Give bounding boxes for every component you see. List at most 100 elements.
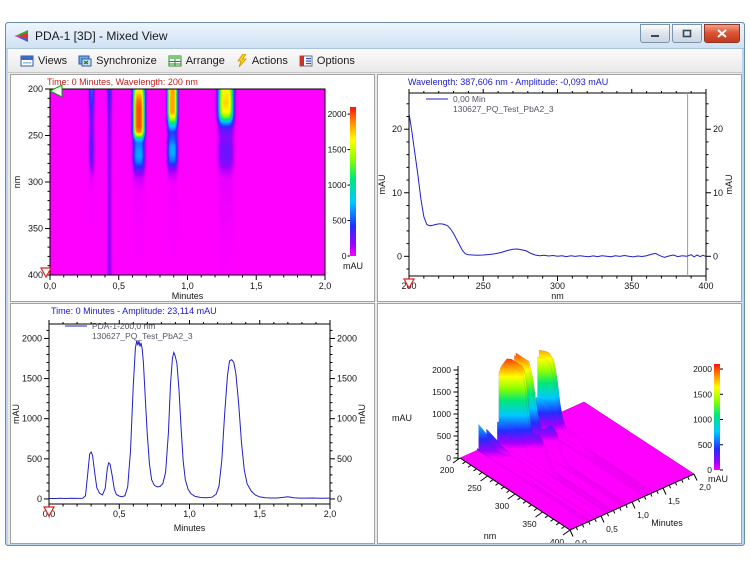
svg-text:1000: 1000 (328, 180, 347, 190)
svg-text:0,5: 0,5 (606, 524, 618, 534)
svg-text:2000: 2000 (693, 364, 712, 374)
svg-text:400: 400 (28, 270, 43, 280)
svg-text:0,5: 0,5 (113, 509, 126, 519)
svg-text:200: 200 (28, 84, 43, 94)
window-title: PDA-1 [3D] - Mixed View (35, 29, 640, 43)
svg-text:1,0: 1,0 (181, 281, 194, 291)
svg-text:2,0: 2,0 (319, 281, 332, 291)
svg-text:200: 200 (440, 465, 454, 475)
svg-text:250: 250 (476, 281, 491, 291)
x-axis: 200250300350400nm (401, 89, 713, 301)
svg-text:1500: 1500 (328, 145, 347, 155)
toolbar: Views Synchronize Arrange Actions (8, 49, 742, 73)
svg-text:1000: 1000 (693, 415, 712, 425)
contour-axes: 200250300350400nm0,00,51,01,52,0Minutes0… (11, 75, 374, 301)
svg-text:nm: nm (484, 531, 497, 541)
svg-text:0: 0 (37, 494, 42, 504)
toolbar-button-label: Options (317, 55, 355, 67)
svg-text:2000: 2000 (432, 365, 451, 375)
restore-icon (682, 29, 692, 38)
axis-markers[interactable] (41, 85, 62, 277)
svg-text:Minutes: Minutes (651, 518, 683, 528)
series-line (49, 341, 330, 499)
toolbar-button-actions[interactable]: Actions (232, 52, 295, 69)
svg-text:1000: 1000 (432, 409, 451, 419)
toolbar-button-label: Views (38, 55, 67, 67)
svg-text:130627_PQ_Test_PbA2_3: 130627_PQ_Test_PbA2_3 (453, 104, 554, 114)
svg-text:500: 500 (27, 454, 42, 464)
views-icon (20, 55, 34, 67)
svg-text:Minutes: Minutes (174, 523, 206, 533)
toolbar-button-label: Actions (252, 55, 288, 67)
svg-text:1,5: 1,5 (668, 496, 680, 506)
svg-text:0: 0 (337, 494, 342, 504)
series-line (409, 113, 706, 257)
svg-text:nm: nm (551, 291, 564, 301)
pda-rainbow-icon (13, 29, 29, 43)
titlebar[interactable]: PDA-1 [3D] - Mixed View (6, 23, 744, 49)
close-button[interactable] (704, 24, 740, 43)
green-left-triangle-icon (50, 85, 62, 97)
svg-text:mAU: mAU (343, 261, 363, 271)
svg-text:500: 500 (337, 454, 352, 464)
chromatogram-plot[interactable]: 00500500100010001500150020002000mAUmAU0,… (11, 304, 374, 543)
svg-text:250: 250 (467, 483, 481, 493)
svg-text:0,5: 0,5 (112, 281, 125, 291)
toolbar-button-arrange[interactable]: Arrange (164, 53, 232, 69)
svg-text:mAU: mAU (357, 404, 367, 424)
actions-icon (236, 54, 248, 67)
toolbar-button-synchronize[interactable]: Synchronize (74, 53, 164, 69)
svg-text:400: 400 (550, 537, 564, 543)
svg-text:mAU: mAU (392, 413, 412, 423)
svg-text:1000: 1000 (337, 414, 357, 424)
surface-3d-panel: 0500100015002000mAU200250300350400nm0,00… (377, 303, 742, 544)
svg-text:1500: 1500 (432, 387, 451, 397)
colorbar: 0500100015002000mAU (693, 364, 728, 484)
svg-text:350: 350 (624, 281, 639, 291)
minimize-icon (650, 29, 660, 38)
restore-button[interactable] (672, 24, 702, 43)
svg-text:10: 10 (392, 188, 402, 198)
y-axis: 00500500100010001500150020002000mAUmAU (11, 330, 367, 504)
svg-text:250: 250 (28, 131, 43, 141)
svg-text:500: 500 (437, 431, 451, 441)
svg-text:1,0: 1,0 (637, 510, 649, 520)
toolbar-button-views[interactable]: Views (16, 53, 74, 69)
svg-text:mAU: mAU (708, 474, 728, 484)
svg-text:0: 0 (446, 453, 451, 463)
minimize-button[interactable] (640, 24, 670, 43)
surface-3d-plot[interactable]: 0500100015002000mAU200250300350400nm0,00… (378, 304, 741, 543)
chromatogram-plot-panel: Time: 0 Minutes - Amplitude: 23,114 mAU … (10, 303, 375, 544)
toolbar-button-label: Arrange (186, 55, 225, 67)
svg-text:mAU: mAU (724, 175, 734, 195)
svg-text:0: 0 (342, 251, 347, 261)
y-axis: 0010102020mAUmAU (378, 104, 734, 269)
svg-text:350: 350 (28, 224, 43, 234)
colorbar: 0500100015002000mAU (328, 107, 363, 271)
svg-text:1000: 1000 (22, 414, 42, 424)
svg-text:10: 10 (713, 188, 723, 198)
close-icon (717, 29, 727, 38)
svg-text:500: 500 (698, 440, 712, 450)
spectrum-plot-panel: Wavelength: 387,606 nm - Amplitude: -0,0… (377, 74, 742, 302)
svg-text:0,0: 0,0 (44, 281, 57, 291)
svg-text:20: 20 (392, 124, 402, 134)
svg-text:2000: 2000 (328, 109, 347, 119)
svg-text:300: 300 (495, 501, 509, 511)
svg-text:300: 300 (550, 281, 565, 291)
toolbar-button-label: Synchronize (96, 55, 157, 67)
svg-text:1,5: 1,5 (253, 509, 266, 519)
contour-plot-panel: Time: 0 Minutes, Wavelength: 200 nm 2002… (10, 74, 375, 302)
arrange-icon (168, 55, 182, 67)
y-axis: 200250300350400nm (12, 84, 50, 280)
svg-text:Minutes: Minutes (172, 291, 204, 301)
svg-text:300: 300 (28, 177, 43, 187)
svg-text:mAU: mAU (378, 175, 387, 195)
toolbar-button-options[interactable]: Options (295, 53, 362, 69)
svg-text:350: 350 (522, 519, 536, 529)
spectrum-plot[interactable]: 0010102020mAUmAU200250300350400nm0,00 Mi… (378, 75, 741, 301)
legend: 0,00 Min130627_PQ_Test_PbA2_3 (426, 94, 554, 114)
x-axis: 0,00,51,01,52,0Minutes (43, 320, 337, 533)
svg-text:1,0: 1,0 (183, 509, 196, 519)
svg-text:20: 20 (713, 124, 723, 134)
